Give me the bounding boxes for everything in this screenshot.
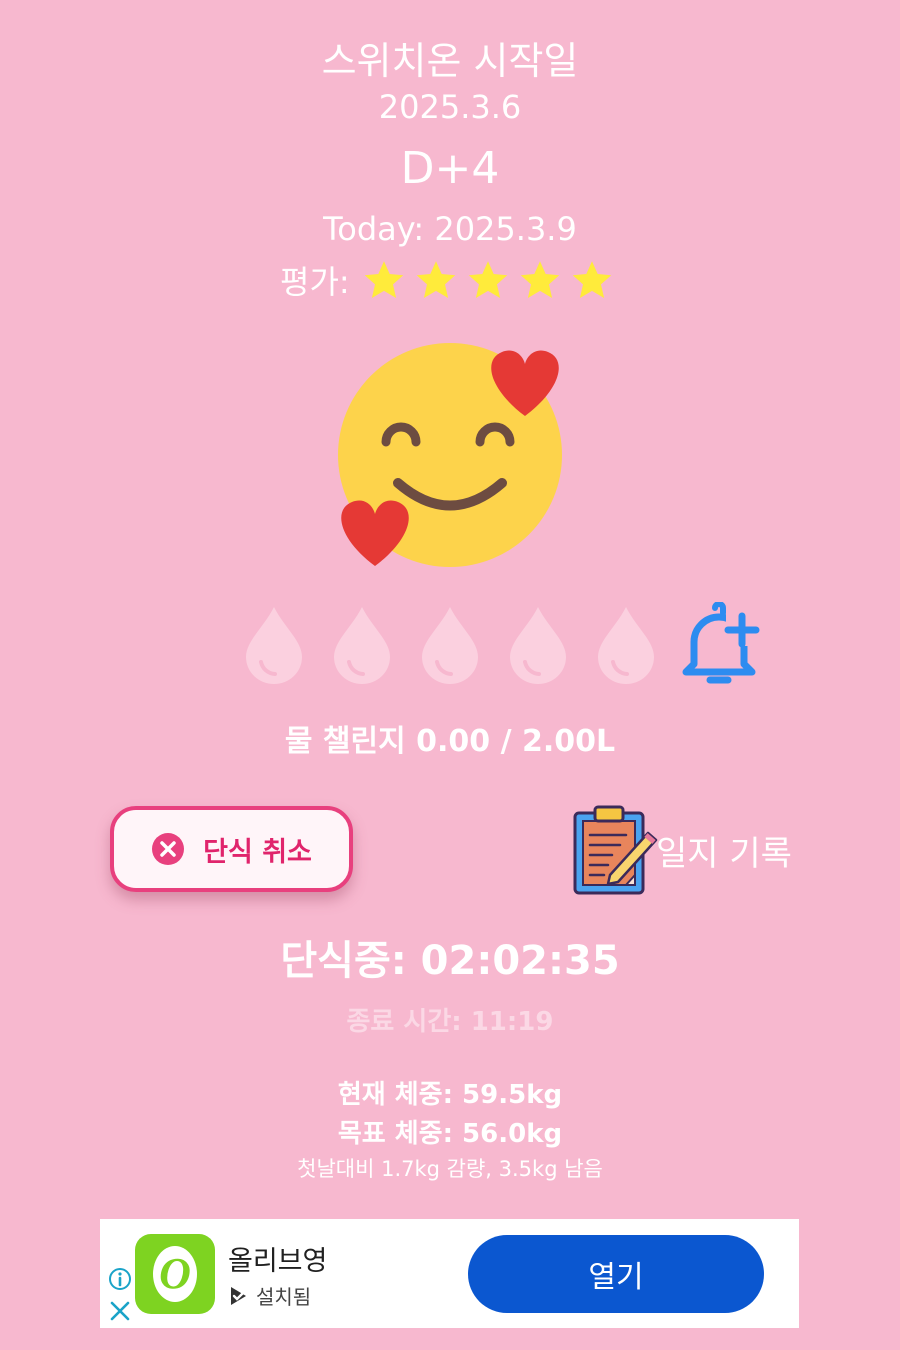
star-icon[interactable] — [518, 258, 562, 302]
d-day-counter: D+4 — [400, 143, 500, 194]
ad-install-status: 설치됨 — [228, 1281, 311, 1310]
water-drop-icon[interactable] — [420, 605, 480, 685]
star-icon[interactable] — [466, 258, 510, 302]
water-challenge-text: 물 챌린지 0.00 / 2.00L — [284, 724, 616, 759]
current-weight: 현재 체중: 59.5kg — [337, 1080, 563, 1110]
cancel-fast-label: 단식 취소 — [203, 836, 312, 868]
start-date: 2025.3.6 — [378, 88, 522, 126]
water-drop-icon[interactable] — [508, 605, 568, 685]
fasting-timer: 단식중: 02:02:35 — [280, 938, 620, 984]
info-icon[interactable] — [108, 1267, 132, 1291]
ad-status-label: 설치됨 — [256, 1285, 312, 1309]
water-drop-icon[interactable] — [244, 605, 304, 685]
close-icon[interactable] — [108, 1299, 132, 1323]
today-date: Today: 2025.3.9 — [323, 210, 577, 248]
ad-banner[interactable]: O 올리브영 설치됨 열기 — [100, 1219, 799, 1328]
journal-button[interactable]: 일지 기록 — [570, 800, 792, 900]
ad-open-button[interactable]: 열기 — [468, 1235, 764, 1313]
rating-stars[interactable] — [362, 258, 614, 302]
water-drop-icon[interactable] — [332, 605, 392, 685]
installed-icon — [231, 1286, 246, 1305]
star-icon[interactable] — [414, 258, 458, 302]
page-title: 스위치온 시작일 — [321, 39, 579, 83]
bell-plus-icon[interactable] — [678, 601, 762, 688]
app-logo-letter: O — [159, 1249, 191, 1298]
water-cups — [244, 605, 656, 685]
smiling-face-with-hearts-icon — [330, 338, 570, 578]
app-logo-icon[interactable]: O — [135, 1234, 215, 1314]
water-drop-icon[interactable] — [596, 605, 656, 685]
journal-label: 일지 기록 — [656, 833, 792, 874]
cancel-fast-button[interactable]: 단식 취소 — [110, 806, 353, 892]
rating-label: 평가: — [280, 263, 350, 301]
goal-weight: 목표 체중: 56.0kg — [337, 1119, 563, 1149]
clipboard-pencil-icon — [570, 803, 660, 898]
close-circle-icon — [151, 832, 185, 866]
ad-app-name: 올리브영 — [228, 1246, 328, 1277]
star-icon[interactable] — [570, 258, 614, 302]
rating-row: 평가: — [280, 255, 614, 305]
end-time: 종료 시간: 11:19 — [346, 1007, 554, 1037]
weight-comparison: 첫날대비 1.7kg 감량, 3.5kg 남음 — [297, 1157, 603, 1181]
star-icon[interactable] — [362, 258, 406, 302]
